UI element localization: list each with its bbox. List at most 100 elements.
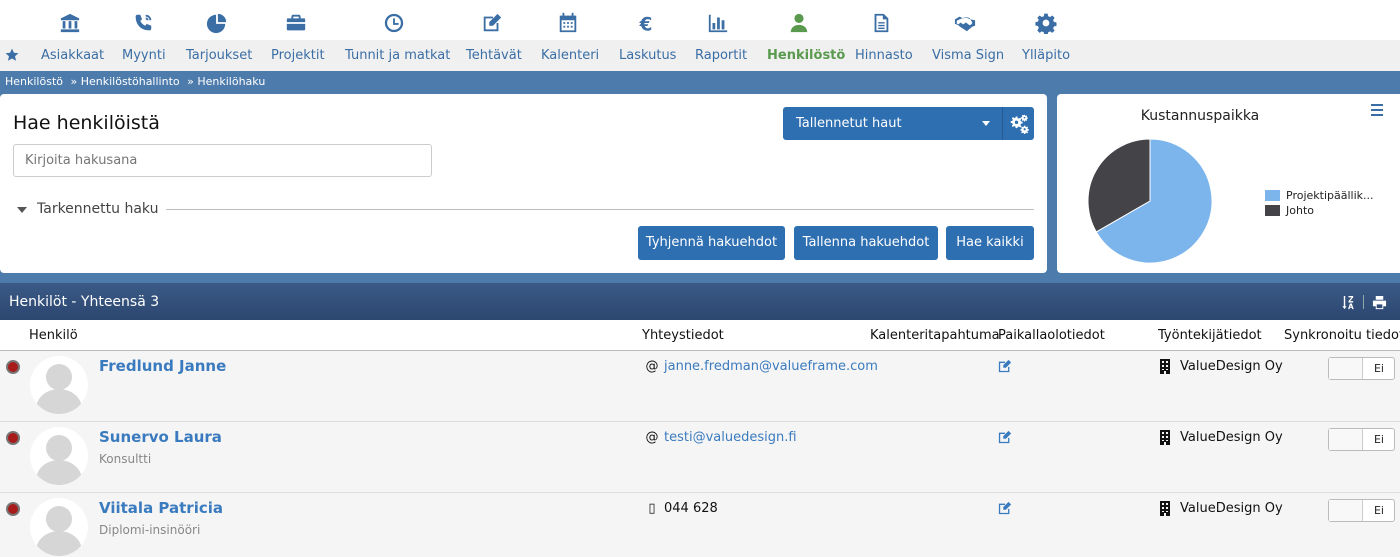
sync-toggle-value: Ei bbox=[1373, 362, 1384, 375]
nav-item-tunnit-ja-matkat[interactable]: Tunnit ja matkat bbox=[345, 48, 450, 63]
svg-text:€: € bbox=[639, 14, 653, 34]
contact-info[interactable]: janne.fredman@valueframe.com bbox=[664, 359, 878, 374]
table-header: Henkilö Yhteystiedot Kalenteritapahtuma … bbox=[0, 320, 1400, 351]
person-title: Diplomi-insinööri bbox=[99, 523, 201, 537]
nav-item-visma-sign[interactable]: Visma Sign bbox=[932, 48, 1004, 63]
avatar[interactable] bbox=[30, 427, 88, 485]
print-icon[interactable] bbox=[1372, 295, 1387, 310]
building-icon bbox=[1159, 501, 1171, 516]
nav-item-tarjoukset[interactable]: Tarjoukset bbox=[186, 48, 252, 63]
search-input[interactable] bbox=[13, 144, 432, 177]
top-icon-bar: € bbox=[0, 0, 1400, 40]
chart-menu-icon[interactable] bbox=[1371, 104, 1385, 116]
main-nav: Asiakkaat Myynti Tarjoukset Projektit Tu… bbox=[0, 40, 1400, 71]
sync-toggle[interactable]: Ei bbox=[1328, 357, 1395, 380]
search-all-button[interactable]: Hae kaikki bbox=[946, 226, 1034, 260]
employer-company: ValueDesign Oy bbox=[1180, 359, 1283, 374]
caret-down-icon bbox=[982, 121, 990, 126]
status-offline-icon bbox=[6, 360, 20, 374]
employer-company: ValueDesign Oy bbox=[1180, 501, 1283, 516]
sort-icon[interactable] bbox=[1341, 295, 1356, 310]
edit-presence-icon[interactable] bbox=[998, 501, 1012, 515]
chart-panel: Kustannuspaikka Projektipäällik... Johto bbox=[1057, 94, 1400, 273]
search-title: Hae henkilöistä bbox=[13, 112, 160, 134]
gear-icon[interactable] bbox=[1034, 11, 1058, 35]
nav-item-laskutus[interactable]: Laskutus bbox=[619, 48, 676, 63]
legend-label: Johto bbox=[1286, 204, 1314, 217]
sync-toggle[interactable]: Ei bbox=[1328, 428, 1395, 451]
column-header[interactable]: Synkronoitu tiedot bbox=[1284, 328, 1400, 343]
table-row[interactable]: Viitala Patricia Diplomi-insinööri ▯ 044 62… bbox=[0, 493, 1400, 557]
user-icon[interactable] bbox=[787, 11, 811, 35]
person-title: Konsultti bbox=[99, 452, 152, 466]
legend-item[interactable]: Projektipäällik... bbox=[1265, 188, 1374, 203]
building-icon bbox=[1159, 430, 1171, 445]
table-row[interactable]: Fredlund Janne @ janne.fredman@valueframe.… bbox=[0, 351, 1400, 422]
document-icon[interactable] bbox=[869, 11, 893, 35]
clear-criteria-button[interactable]: Tyhjennä hakuehdot bbox=[638, 226, 785, 260]
table-row[interactable]: Sunervo Laura Konsultti @ testi@valuedesign… bbox=[0, 422, 1400, 493]
sync-toggle-value: Ei bbox=[1373, 504, 1384, 517]
chart-title: Kustannuspaikka bbox=[1140, 108, 1260, 124]
nav-item-asiakkaat[interactable]: Asiakkaat bbox=[41, 48, 104, 63]
clock-icon[interactable] bbox=[382, 11, 406, 35]
breadcrumb-item[interactable]: » Henkilöstöhallinto bbox=[71, 75, 180, 88]
divider bbox=[1363, 295, 1364, 309]
status-offline-icon bbox=[6, 431, 20, 445]
legend-item[interactable]: Johto bbox=[1265, 203, 1374, 218]
pie-chart-icon[interactable] bbox=[205, 11, 229, 35]
save-criteria-button[interactable]: Tallenna hakuehdot bbox=[794, 226, 938, 260]
search-panel: Hae henkilöistä Tallennetut haut Tarkenn… bbox=[0, 94, 1047, 273]
legend-swatch bbox=[1265, 190, 1280, 201]
pie-chart bbox=[1087, 138, 1213, 264]
edit-presence-icon[interactable] bbox=[998, 359, 1012, 373]
divider bbox=[166, 209, 1034, 210]
briefcase-icon[interactable] bbox=[284, 11, 308, 35]
handshake-icon[interactable] bbox=[953, 11, 977, 35]
list-header: Henkilöt - Yhteensä 3 bbox=[0, 283, 1400, 320]
edit-presence-icon[interactable] bbox=[998, 430, 1012, 444]
legend-label: Projektipäällik... bbox=[1286, 189, 1374, 202]
column-header[interactable]: Yhteystiedot bbox=[642, 328, 724, 343]
phone-icon[interactable] bbox=[131, 11, 155, 35]
contact-info: 044 628 bbox=[664, 501, 718, 516]
breadcrumb-item[interactable]: » Henkilöhaku bbox=[187, 75, 265, 88]
saved-searches-dropdown[interactable]: Tallennetut haut bbox=[783, 107, 1002, 140]
email-icon: @ bbox=[645, 359, 659, 374]
person-name-link[interactable]: Viitala Patricia bbox=[99, 499, 223, 517]
employer-company: ValueDesign Oy bbox=[1180, 430, 1283, 445]
nav-item-tehtavat[interactable]: Tehtävät bbox=[466, 48, 522, 63]
contact-info[interactable]: testi@valuedesign.fi bbox=[664, 430, 797, 445]
edit-icon[interactable] bbox=[480, 11, 504, 35]
gears-icon bbox=[1010, 114, 1029, 134]
nav-item-kalenteri[interactable]: Kalenteri bbox=[541, 48, 599, 63]
bar-chart-icon[interactable] bbox=[706, 11, 730, 35]
advanced-search-toggle[interactable]: Tarkennettu haku bbox=[37, 201, 158, 217]
column-header[interactable]: Paikallaolotiedot bbox=[998, 328, 1105, 343]
nav-item-raportit[interactable]: Raportit bbox=[695, 48, 747, 63]
person-name-link[interactable]: Fredlund Janne bbox=[99, 357, 226, 375]
search-settings-button[interactable] bbox=[1002, 107, 1034, 140]
nav-item-projektit[interactable]: Projektit bbox=[271, 48, 325, 63]
calendar-icon[interactable] bbox=[556, 11, 580, 35]
favorites-star-icon[interactable] bbox=[5, 48, 19, 62]
avatar[interactable] bbox=[30, 498, 88, 556]
nav-item-henkilosto[interactable]: Henkilöstö bbox=[767, 48, 845, 63]
avatar[interactable] bbox=[30, 356, 88, 414]
sync-toggle-value: Ei bbox=[1373, 433, 1384, 446]
breadcrumb: Henkilöstö » Henkilöstöhallinto » Henkil… bbox=[5, 75, 269, 88]
sync-toggle[interactable]: Ei bbox=[1328, 499, 1395, 522]
person-name-link[interactable]: Sunervo Laura bbox=[99, 428, 222, 446]
bank-icon[interactable] bbox=[58, 11, 82, 35]
euro-icon[interactable]: € bbox=[634, 11, 658, 35]
column-header[interactable]: Kalenteritapahtuma bbox=[870, 328, 1000, 343]
nav-item-myynti[interactable]: Myynti bbox=[122, 48, 166, 63]
nav-item-yllapito[interactable]: Ylläpito bbox=[1022, 48, 1070, 63]
status-offline-icon bbox=[6, 502, 20, 516]
chart-legend: Projektipäällik... Johto bbox=[1265, 188, 1374, 218]
triangle-down-icon[interactable] bbox=[17, 207, 27, 213]
breadcrumb-item[interactable]: Henkilöstö bbox=[5, 75, 63, 88]
column-header[interactable]: Työntekijätiedot bbox=[1158, 328, 1262, 343]
column-header[interactable]: Henkilö bbox=[29, 328, 78, 343]
nav-item-hinnasto[interactable]: Hinnasto bbox=[855, 48, 913, 63]
